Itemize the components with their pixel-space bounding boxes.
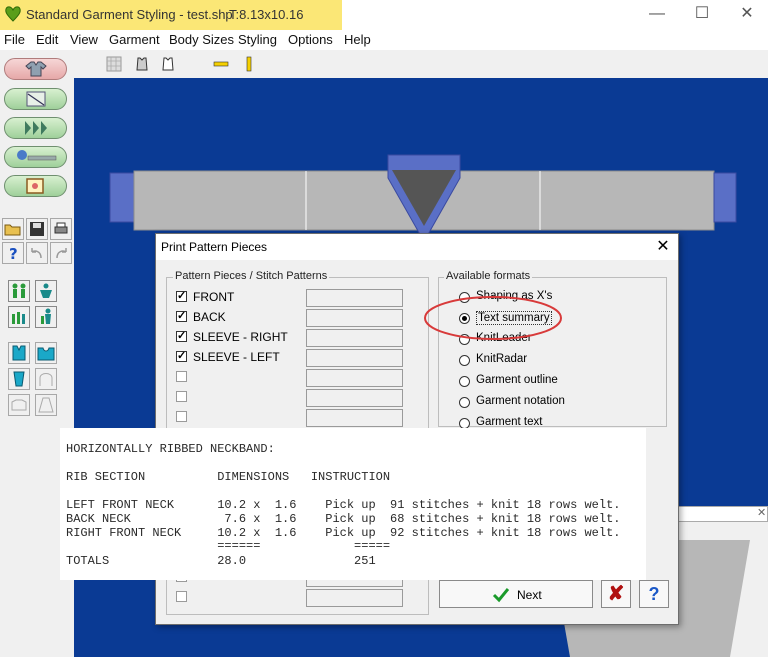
menu-help[interactable]: Help (344, 32, 371, 47)
skirt-icon (38, 397, 54, 413)
dialog-close-button[interactable]: ✕ (653, 237, 673, 257)
summary-rule: ====== ===== (66, 539, 391, 553)
front-label: FRONT (193, 290, 235, 304)
summary-row: RIGHT FRONT NECK 10.2 x 1.6 Pick up 92 s… (66, 526, 621, 540)
garment-pieces-icon (25, 121, 47, 135)
sleeve-right-stitch-field[interactable] (306, 329, 403, 347)
redo-icon (56, 248, 67, 259)
sleeve-icon (13, 371, 25, 387)
front-stitch-field[interactable] (306, 289, 403, 307)
piece-field-5[interactable] (306, 369, 403, 387)
piece-field-6[interactable] (306, 389, 403, 407)
maximize-button[interactable]: ☐ (682, 3, 722, 27)
piece-field-16[interactable] (306, 589, 403, 607)
menu-file[interactable]: File (4, 32, 25, 47)
summary-row: LEFT FRONT NECK 10.2 x 1.6 Pick up 91 st… (66, 498, 621, 512)
question-mark-icon: ? (9, 245, 18, 262)
dialog-title: Print Pattern Pieces (161, 240, 268, 254)
sleeve-left-stitch-field[interactable] (306, 349, 403, 367)
garment-text-label: Garment text (476, 416, 543, 428)
left-cuff-shape (109, 172, 135, 223)
menu-body-sizes[interactable]: Body Sizes (169, 32, 234, 47)
vertical-ruler-icon[interactable] (241, 56, 257, 72)
garment-outline-label: Garment outline (476, 374, 558, 386)
pattern-pieces-group-label: Pattern Pieces / Stitch Patterns (173, 270, 330, 282)
piece-checkbox-5[interactable] (176, 371, 187, 382)
window-title: Standard Garment Styling - test.shp (26, 7, 233, 22)
menu-view[interactable]: View (70, 32, 98, 47)
svg-text:?: ? (9, 245, 18, 262)
sleeve-left-checkbox[interactable]: ✓ (176, 351, 187, 362)
back-checkbox[interactable]: ✓ (176, 311, 187, 322)
summary-totals: TOTALS 28.0 251 (66, 554, 376, 568)
checkmark-icon (492, 588, 510, 603)
picture-frame-icon (26, 178, 44, 194)
minimize-button[interactable]: — (637, 3, 677, 27)
summary-heading: HORIZONTALLY RIBBED NECKBAND: (66, 442, 275, 456)
garment-outline-icon[interactable] (160, 56, 176, 72)
piece-checkbox-16[interactable] (176, 591, 187, 602)
figure-icon (40, 283, 52, 298)
sweater-icon (25, 61, 47, 77)
next-button-label: Next (517, 588, 542, 602)
printer-icon (54, 222, 68, 234)
cancel-button[interactable]: ✘ (601, 580, 631, 608)
undo-icon (31, 248, 42, 259)
knitradar-radio[interactable] (459, 355, 470, 366)
garment-shaded-icon[interactable] (134, 56, 150, 72)
knitradar-label: KnitRadar (476, 353, 528, 365)
text-summary-preview: HORIZONTALLY RIBBED NECKBAND: RIB SECTIO… (60, 428, 646, 580)
summary-row: BACK NECK 7.6 x 1.6 Pick up 68 stitches … (66, 512, 621, 526)
back-stitch-field[interactable] (306, 309, 403, 327)
floppy-disk-icon (30, 222, 44, 236)
app-heart-icon (5, 6, 21, 22)
grid-view-icon[interactable] (106, 56, 122, 72)
garment-notation-radio[interactable] (459, 397, 470, 408)
sleeve-right-checkbox[interactable]: ✓ (176, 331, 187, 342)
knitting-machine-icon (17, 150, 57, 161)
sleeve-right-label: SLEEVE - RIGHT (193, 330, 288, 344)
right-cuff-shape (713, 172, 737, 223)
shaping-chart-icon (26, 91, 46, 107)
figure-pair-icon (12, 283, 26, 298)
front-checkbox[interactable]: ✓ (176, 291, 187, 302)
horizontal-ruler-icon[interactable] (213, 56, 229, 72)
window-dimensions: T:8.13x10.16 (229, 7, 304, 22)
piece-field-7[interactable] (306, 409, 403, 427)
formats-group-label: Available formats (444, 270, 533, 282)
help-button[interactable]: ? (639, 580, 669, 608)
neckline-icon (37, 347, 55, 361)
back-label: BACK (193, 310, 226, 324)
menu-edit[interactable]: Edit (36, 32, 58, 47)
sleeve-left-label: SLEEVE - LEFT (193, 350, 280, 364)
background-window-close[interactable]: ✕ (757, 506, 766, 519)
bodice-icon (12, 345, 26, 361)
next-button[interactable]: Next (439, 580, 593, 608)
piece-checkbox-7[interactable] (176, 411, 187, 422)
annotation-ring (424, 296, 562, 340)
menu-styling[interactable]: Styling (238, 32, 277, 47)
menu-garment[interactable]: Garment (109, 32, 160, 47)
figure-group-icon (12, 312, 25, 324)
summary-column-headers: RIB SECTION DIMENSIONS INSTRUCTION (66, 470, 391, 484)
garment-outline-radio[interactable] (459, 376, 470, 387)
pattern-outline-icon (11, 399, 27, 411)
close-button[interactable]: ✕ (727, 3, 767, 27)
sleeve-cap-icon (39, 373, 53, 386)
menu-options[interactable]: Options (288, 32, 333, 47)
folder-icon (4, 224, 21, 236)
figure-pose-icon (41, 308, 51, 324)
piece-checkbox-6[interactable] (176, 391, 187, 402)
garment-notation-label: Garment notation (476, 395, 565, 407)
